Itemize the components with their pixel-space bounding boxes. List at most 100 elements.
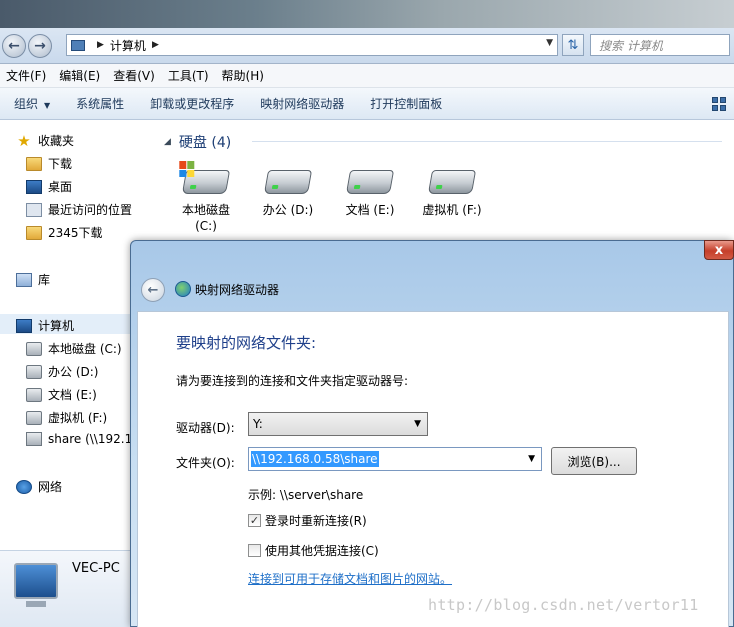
sidebar-item-downloads[interactable]: 下载 <box>26 155 72 172</box>
dialog-body: 要映射的网络文件夹: 请为要连接到的连接和文件夹指定驱动器号: 驱动器(D): … <box>137 311 729 627</box>
sidebar-item-label: share (\\192.16 <box>48 432 140 446</box>
drive-letter: (C:) <box>195 219 217 233</box>
sidebar-item-library[interactable]: 库 <box>16 271 50 288</box>
refresh-icon: ⇅ <box>567 37 579 53</box>
group-divider <box>252 141 722 142</box>
checkbox-unchecked-icon[interactable] <box>248 544 261 557</box>
chevron-down-icon: ▼ <box>44 101 51 110</box>
computer-icon <box>14 563 58 607</box>
sidebar-item-favorites[interactable]: ★ 收藏夹 <box>16 132 74 149</box>
map-network-drive-button[interactable]: 映射网络驱动器 <box>247 95 357 112</box>
organize-label: 组织 <box>14 97 39 111</box>
windows-logo-icon <box>179 161 195 177</box>
back-button[interactable]: ← <box>141 278 165 302</box>
sidebar-item-recent[interactable]: 最近访问的位置 <box>26 201 132 218</box>
drive-item-f[interactable]: 虚拟机 (F:) <box>417 170 487 218</box>
desktop-icon <box>26 179 42 194</box>
sidebar-item-drive-c[interactable]: 本地磁盘 (C:) <box>26 340 122 357</box>
forward-arrow-icon: → <box>34 38 46 54</box>
sidebar-item-share[interactable]: share (\\192.16 <box>26 432 140 446</box>
forward-button[interactable]: → <box>28 34 52 58</box>
sidebar-item-computer[interactable]: 计算机 <box>16 317 74 334</box>
network-icon <box>16 479 32 494</box>
drive-icon <box>26 341 42 356</box>
reconnect-checkbox[interactable]: ✓ 登录时重新连接(R) <box>248 512 367 529</box>
command-bar: 组织 ▼ 系统属性 卸载或更改程序 映射网络驱动器 打开控制面板 <box>0 88 734 120</box>
folder-label: 文件夹(O): <box>176 456 235 470</box>
uninstall-button[interactable]: 卸载或更改程序 <box>137 95 247 112</box>
breadcrumb-separator-icon: ▶ <box>97 40 104 50</box>
drive-label: 本地磁盘 <box>181 203 230 217</box>
sidebar-item-label: 文档 (E:) <box>48 388 97 402</box>
drive-label: 办公 (D:) <box>262 203 314 217</box>
search-input[interactable]: 搜索 计算机 <box>590 34 730 56</box>
drive-letter-select[interactable]: Y: ▼ <box>248 412 428 436</box>
drive-letter-label: 驱动器(D): <box>176 421 235 435</box>
sidebar-item-drive-f[interactable]: 虚拟机 (F:) <box>26 409 107 426</box>
sidebar-item-label: 桌面 <box>48 180 73 194</box>
drive-label: 虚拟机 (F:) <box>422 203 482 217</box>
collapse-triangle-icon: ◢ <box>164 137 171 147</box>
sidebar-item-network[interactable]: 网络 <box>16 478 62 495</box>
group-header-hard-disks[interactable]: ◢ 硬盘 (4) <box>164 132 231 152</box>
drive-item-c[interactable]: 本地磁盘 (C:) <box>171 161 241 234</box>
address-dropdown-icon[interactable]: ▼ <box>546 38 553 48</box>
other-credentials-label: 使用其他凭据连接(C) <box>265 544 379 558</box>
connect-website-link[interactable]: 连接到可用于存储文档和图片的网站。 <box>248 570 452 587</box>
sidebar-item-label: 收藏夹 <box>38 134 75 148</box>
browse-button[interactable]: 浏览(B)... <box>551 447 637 475</box>
sidebar-item-label: 办公 (D:) <box>48 365 99 379</box>
sidebar-item-drive-d[interactable]: 办公 (D:) <box>26 363 98 380</box>
menu-tools[interactable]: 工具(T) <box>168 67 209 84</box>
dialog-instruction: 请为要连接到的连接和文件夹指定驱动器号: <box>176 374 409 388</box>
address-row: ← → ▶ 计算机 ▶ ▼ ⇅ 搜索 计算机 <box>0 28 734 64</box>
computer-name: VEC-PC <box>72 561 120 576</box>
menu-bar: 文件(F) 编辑(E) 查看(V) 工具(T) 帮助(H) <box>0 64 734 88</box>
folder-path-value: \\192.168.0.58\share <box>251 451 379 467</box>
back-arrow-icon: ← <box>147 282 159 298</box>
other-credentials-checkbox[interactable]: 使用其他凭据连接(C) <box>248 542 379 559</box>
sidebar-item-label: 本地磁盘 (C:) <box>48 342 122 356</box>
library-icon <box>16 272 32 287</box>
drive-icon <box>26 410 42 425</box>
menu-file[interactable]: 文件(F) <box>6 67 46 84</box>
computer-icon <box>16 318 32 333</box>
back-button[interactable]: ← <box>2 34 26 58</box>
drive-icon <box>26 364 42 379</box>
drive-item-d[interactable]: 办公 (D:) <box>253 170 323 218</box>
drive-letter-value: Y: <box>253 417 263 431</box>
network-drive-globe-icon <box>175 281 191 297</box>
refresh-button[interactable]: ⇅ <box>562 34 584 56</box>
example-text: 示例: \\server\share <box>248 488 364 502</box>
sidebar-item-desktop[interactable]: 桌面 <box>26 178 72 195</box>
menu-help[interactable]: 帮助(H) <box>222 67 264 84</box>
chevron-down-icon: ▼ <box>414 419 421 429</box>
menu-edit[interactable]: 编辑(E) <box>59 67 100 84</box>
checkbox-checked-icon[interactable]: ✓ <box>248 514 261 527</box>
star-icon: ★ <box>17 131 31 150</box>
breadcrumb-computer[interactable]: 计算机 <box>110 37 146 54</box>
menu-view[interactable]: 查看(V) <box>113 67 155 84</box>
sidebar-item-label: 网络 <box>38 480 63 494</box>
sidebar-item-drive-e[interactable]: 文档 (E:) <box>26 386 97 403</box>
sidebar-item-label: 2345下载 <box>48 226 103 240</box>
group-title: 硬盘 (4) <box>178 135 232 151</box>
open-control-panel-button[interactable]: 打开控制面板 <box>357 95 455 112</box>
organize-button[interactable]: 组织 ▼ <box>0 95 63 112</box>
breadcrumb-separator-icon: ▶ <box>151 40 159 50</box>
folder-path-input[interactable]: \\192.168.0.58\share ▼ <box>248 447 542 471</box>
drive-icon <box>26 387 42 402</box>
view-options-icon[interactable] <box>712 97 726 111</box>
chevron-down-icon[interactable]: ▼ <box>528 454 535 464</box>
sidebar-item-2345[interactable]: 2345下载 <box>26 224 103 241</box>
dialog-heading: 要映射的网络文件夹: <box>176 334 317 352</box>
computer-icon <box>71 39 85 51</box>
dialog-title: 映射网络驱动器 <box>195 283 280 297</box>
hard-disk-icon <box>179 161 231 194</box>
address-bar[interactable]: ▶ 计算机 ▶ ▼ <box>66 34 558 56</box>
system-properties-button[interactable]: 系统属性 <box>63 95 137 112</box>
hard-disk-icon <box>427 170 477 194</box>
drive-item-e[interactable]: 文档 (E:) <box>335 170 405 218</box>
close-button[interactable]: x <box>704 240 734 260</box>
recent-places-icon <box>26 202 42 217</box>
